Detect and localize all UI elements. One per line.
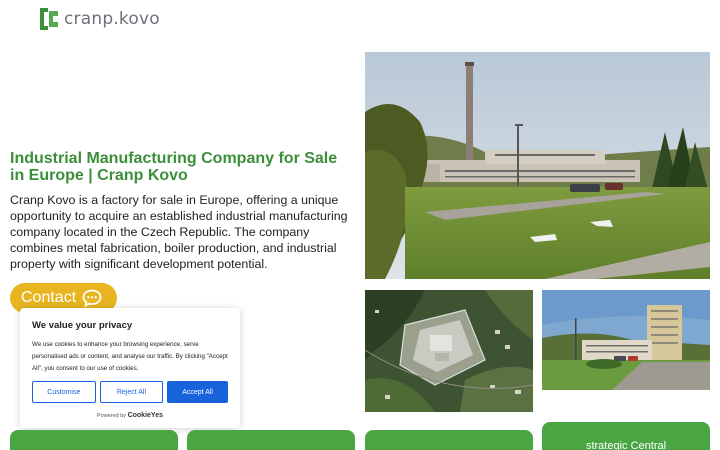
feature-card-3[interactable]	[365, 430, 533, 450]
feature-card-4-text: strategic Central	[585, 440, 667, 450]
site-logo[interactable]: cranp.kovo	[38, 6, 160, 32]
feature-card-4[interactable]: strategic Central	[542, 422, 710, 450]
cookie-powered-by[interactable]: Powered by CookieYes	[32, 412, 228, 419]
cookie-text: We use cookies to enhance your browsing …	[32, 341, 228, 372]
reject-all-button[interactable]: Reject All	[99, 381, 164, 403]
accept-all-button[interactable]: Accept All	[167, 381, 228, 403]
customise-button[interactable]: Customise	[32, 381, 96, 403]
feature-card-2[interactable]	[187, 430, 355, 450]
cookie-consent-banner: We value your privacy We use cookies to …	[20, 308, 240, 428]
cookie-buttons: Customise Reject All Accept All	[32, 381, 228, 403]
factory-grounds-photo	[365, 52, 710, 279]
hero-description: Cranp Kovo is a factory for sale in Euro…	[10, 193, 348, 271]
chat-bubble-icon	[82, 289, 102, 307]
cookieyes-logo: CookieYes	[127, 412, 163, 419]
aerial-map-photo	[365, 290, 533, 412]
contact-label: Contact	[21, 289, 77, 306]
office-building-photo	[542, 290, 710, 390]
feature-card-1[interactable]	[10, 430, 178, 450]
logo-icon	[40, 8, 58, 30]
powered-by-label: Powered by	[97, 413, 127, 419]
page-title: Industrial Manufacturing Company for Sal…	[10, 150, 338, 184]
cookie-title: We value your privacy	[32, 320, 133, 331]
logo-text: cranp.kovo	[64, 9, 160, 29]
